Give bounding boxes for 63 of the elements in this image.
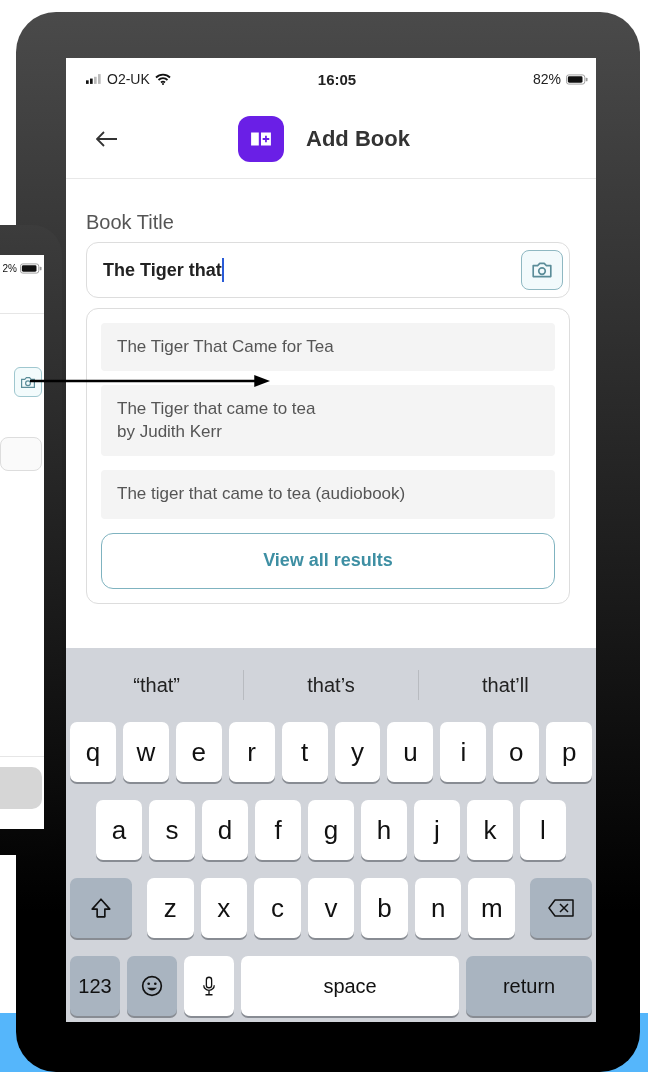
- letter-key[interactable]: s: [149, 800, 195, 860]
- shift-key[interactable]: [70, 878, 132, 938]
- signal-icon: [86, 74, 102, 84]
- letter-key[interactable]: d: [202, 800, 248, 860]
- mic-key[interactable]: [184, 956, 234, 1016]
- space-key[interactable]: space: [241, 956, 460, 1016]
- shift-arrow-icon: [90, 897, 112, 919]
- mode-key[interactable]: 123: [70, 956, 120, 1016]
- book-title-field[interactable]: The Tiger that: [86, 242, 570, 298]
- letter-key[interactable]: l: [520, 800, 566, 860]
- letter-key[interactable]: p: [546, 722, 593, 782]
- letter-key[interactable]: u: [387, 722, 434, 782]
- microphone-icon: [202, 975, 216, 997]
- letter-key[interactable]: b: [361, 878, 408, 938]
- delete-key[interactable]: [530, 878, 593, 938]
- letter-key[interactable]: i: [440, 722, 487, 782]
- suggestion-item[interactable]: The tiger that came to tea (audiobook): [101, 470, 555, 519]
- word-suggestion[interactable]: “that”: [70, 673, 244, 697]
- letter-key[interactable]: h: [361, 800, 407, 860]
- letter-key[interactable]: n: [414, 878, 462, 938]
- battery-percentage: 2%: [2, 262, 17, 274]
- letter-key[interactable]: w: [122, 722, 169, 782]
- letter-key[interactable]: q: [70, 722, 116, 782]
- back-arrow-icon[interactable]: [96, 131, 118, 147]
- letter-key[interactable]: r: [228, 722, 275, 782]
- input-field[interactable]: [0, 437, 42, 471]
- suggestion-item[interactable]: The Tiger that came to tea by Judith Kerr: [101, 385, 555, 457]
- wifi-icon: [154, 73, 171, 85]
- letter-key[interactable]: t: [281, 722, 328, 782]
- letter-key[interactable]: f: [255, 800, 301, 860]
- battery-icon: [566, 73, 588, 85]
- letter-key[interactable]: c: [254, 878, 301, 938]
- letter-key[interactable]: z: [147, 878, 194, 938]
- letter-key[interactable]: j: [414, 800, 460, 860]
- battery-percentage: 82%: [532, 71, 561, 87]
- letter-key[interactable]: k: [467, 800, 513, 860]
- letter-key[interactable]: e: [175, 722, 222, 782]
- view-all-results-button[interactable]: View all results: [101, 532, 555, 589]
- camera-button[interactable]: [14, 367, 42, 397]
- letter-key[interactable]: x: [200, 878, 248, 938]
- letter-key[interactable]: v: [307, 878, 355, 938]
- battery-icon: [20, 262, 42, 274]
- text-cursor: [221, 258, 224, 282]
- camera-icon: [20, 375, 36, 389]
- screen-title: Add Book: [306, 126, 410, 152]
- emoji-key[interactable]: [127, 956, 177, 1016]
- letter-key[interactable]: y: [334, 722, 381, 782]
- book-plus-icon: [238, 116, 284, 162]
- word-suggestion[interactable]: that’s: [244, 673, 418, 697]
- suggestion-item[interactable]: The Tiger That Came for Tea: [101, 323, 555, 372]
- camera-icon: [531, 261, 553, 279]
- letter-key[interactable]: a: [96, 800, 142, 860]
- word-suggestion[interactable]: that’ll: [418, 673, 592, 697]
- status-time: 16:05: [317, 70, 357, 88]
- letter-key[interactable]: o: [493, 722, 540, 782]
- letter-key[interactable]: g: [308, 800, 354, 860]
- smiley-icon: [141, 975, 163, 997]
- return-key[interactable]: return: [466, 956, 592, 1016]
- backspace-icon: [548, 899, 575, 917]
- letter-key[interactable]: m: [468, 878, 516, 938]
- field-label: Book Title: [86, 211, 175, 234]
- field-value: The Tiger that: [103, 259, 222, 281]
- carrier-name: O2-UK: [107, 71, 150, 87]
